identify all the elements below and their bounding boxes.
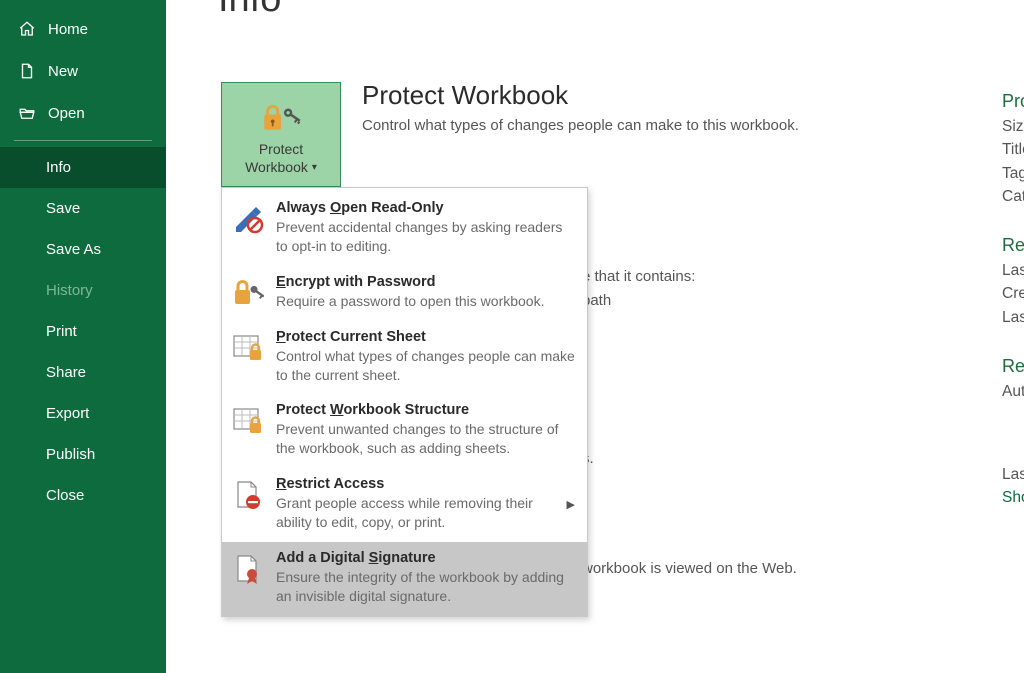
menu-item-protect-structure[interactable]: Protect Workbook Structure Prevent unwan… [222, 394, 587, 468]
menu-item-restrict-access[interactable]: Restrict Access Grant people access whil… [222, 468, 587, 542]
protect-description: Control what types of changes people can… [362, 117, 799, 134]
sidebar-item-print[interactable]: Print [0, 311, 166, 352]
property-row: Categories [1002, 185, 1024, 208]
menu-item-desc: Prevent accidental changes by asking rea… [276, 218, 577, 256]
show-all-properties-link[interactable]: Show All Properties [1002, 486, 1024, 509]
pencil-prohibit-icon [232, 203, 264, 235]
sidebar-item-publish[interactable]: Publish [0, 434, 166, 475]
menu-item-title: Always Open Read-Only [276, 200, 577, 216]
property-row: Title [1002, 138, 1024, 161]
protect-workbook-button[interactable]: Protect Workbook▾ [221, 82, 341, 187]
properties-panel: Properties Size Title Tags Categories Re… [1002, 88, 1024, 510]
bg-text-fragment: e that it contains: [582, 268, 695, 285]
protect-button-line2: Workbook▾ [245, 159, 317, 177]
open-folder-icon [18, 104, 36, 122]
home-icon [18, 20, 36, 38]
sidebar-label: Share [46, 364, 86, 381]
file-prohibit-icon [232, 479, 264, 511]
sidebar-label: Home [48, 21, 88, 38]
sidebar-item-export[interactable]: Export [0, 393, 166, 434]
protect-heading: Protect Workbook [362, 80, 799, 111]
sidebar-label: Publish [46, 446, 95, 463]
new-file-icon [18, 62, 36, 80]
sidebar-label: Save [46, 200, 80, 217]
protect-section-header: Protect Workbook Control what types of c… [362, 80, 799, 134]
chevron-down-icon: ▾ [312, 162, 317, 175]
protect-button-line1: Protect [259, 141, 303, 159]
sheet-lock-icon [232, 332, 264, 364]
submenu-arrow-icon: ▶ [567, 498, 577, 511]
sidebar-item-close[interactable]: Close [0, 475, 166, 516]
property-row: Last Printed [1002, 306, 1024, 329]
sidebar-label: Open [48, 105, 85, 122]
property-row: Last Modified [1002, 259, 1024, 282]
sidebar-divider [14, 140, 152, 141]
properties-heading: Related Dates [1002, 232, 1024, 259]
sidebar-item-history: History [0, 270, 166, 311]
lock-key-icon [232, 277, 264, 309]
property-row: Created [1002, 282, 1024, 305]
menu-item-title: Restrict Access [276, 476, 555, 492]
menu-item-desc: Grant people access while removing their… [276, 494, 555, 532]
menu-item-protect-sheet[interactable]: Protect Current Sheet Control what types… [222, 321, 587, 395]
sidebar-item-home[interactable]: Home [0, 8, 166, 50]
menu-item-desc: Ensure the integrity of the workbook by … [276, 568, 577, 606]
page-title: Info [218, 0, 281, 21]
sidebar-item-save-as[interactable]: Save As [0, 229, 166, 270]
menu-item-digital-signature[interactable]: Add a Digital Signature Ensure the integ… [222, 542, 587, 616]
lock-key-icon [261, 103, 301, 133]
menu-item-encrypt-password[interactable]: Encrypt with Password Require a password… [222, 266, 587, 321]
sidebar-item-info[interactable]: Info [0, 147, 166, 188]
menu-item-desc: Prevent unwanted changes to the structur… [276, 420, 577, 458]
menu-item-desc: Control what types of changes people can… [276, 347, 577, 385]
menu-item-title: Add a Digital Signature [276, 550, 577, 566]
backstage-sidebar: Home New Open Info Save Save As History … [0, 0, 166, 673]
menu-item-title: Encrypt with Password [276, 274, 577, 290]
file-ribbon-icon [232, 553, 264, 585]
sidebar-label: New [48, 63, 78, 80]
sidebar-item-open[interactable]: Open [0, 92, 166, 134]
sidebar-item-share[interactable]: Share [0, 352, 166, 393]
properties-heading: Related People [1002, 353, 1024, 380]
bg-text-fragment: workbook is viewed on the Web. [582, 560, 797, 577]
sidebar-label: Export [46, 405, 89, 422]
menu-item-title: Protect Current Sheet [276, 329, 577, 345]
sidebar-label: History [46, 282, 93, 299]
property-row: Last Modified By [1002, 463, 1024, 486]
properties-heading: Properties [1002, 88, 1024, 115]
property-row: Author [1002, 380, 1024, 403]
sidebar-label: Save As [46, 241, 101, 258]
sidebar-item-save[interactable]: Save [0, 188, 166, 229]
menu-item-title: Protect Workbook Structure [276, 402, 577, 418]
menu-item-open-read-only[interactable]: Always Open Read-Only Prevent accidental… [222, 192, 587, 266]
protect-workbook-menu: Always Open Read-Only Prevent accidental… [221, 187, 588, 617]
sheet-lock-icon [232, 405, 264, 437]
main-pane: Info Protect Workbook▾ Protect Workbook … [166, 0, 1024, 673]
sidebar-label: Close [46, 487, 84, 504]
property-row: Tags [1002, 162, 1024, 185]
sidebar-item-new[interactable]: New [0, 50, 166, 92]
sidebar-label: Info [46, 159, 71, 176]
property-row: Size [1002, 115, 1024, 138]
sidebar-label: Print [46, 323, 77, 340]
menu-item-desc: Require a password to open this workbook… [276, 292, 577, 311]
